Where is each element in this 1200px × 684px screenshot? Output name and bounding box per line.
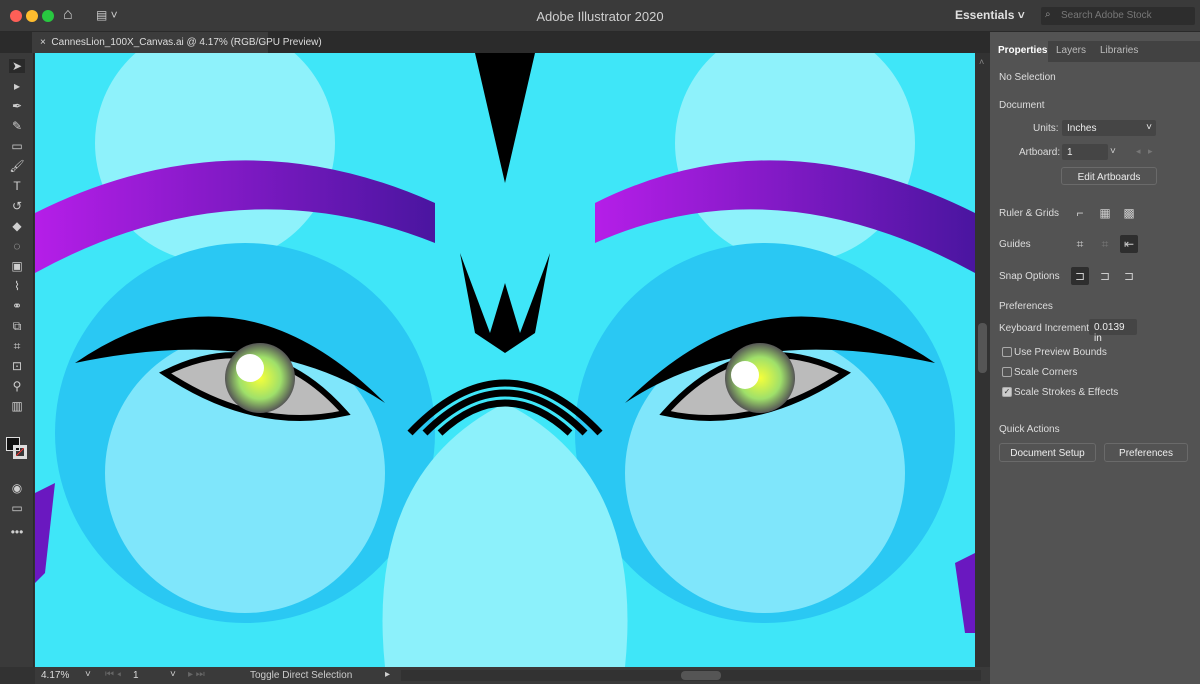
eyedropper-tool-icon[interactable]: ⌇ bbox=[9, 279, 25, 293]
gradient-tool-icon[interactable]: ▣ bbox=[9, 259, 25, 273]
properties-panel: Properties Layers Libraries No Selection… bbox=[990, 32, 1200, 684]
lion-artwork bbox=[35, 53, 975, 667]
smart-guides-icon[interactable]: ⇤ bbox=[1120, 235, 1138, 253]
close-tab-icon[interactable]: × bbox=[40, 37, 46, 48]
next-artboard-icon[interactable]: ▸ ⏭ bbox=[188, 669, 205, 680]
artboard-number[interactable]: 1 bbox=[133, 670, 139, 681]
type-tool-icon[interactable]: T bbox=[9, 179, 25, 193]
rectangle-tool-icon[interactable]: ▭ bbox=[9, 139, 25, 153]
rotate-tool-icon[interactable]: ↺ bbox=[9, 199, 25, 213]
scale-corners-label: Scale Corners bbox=[1014, 367, 1078, 378]
lock-guides-icon[interactable]: ⌗ bbox=[1096, 235, 1114, 253]
transparency-grid-icon[interactable]: ▩ bbox=[1120, 204, 1138, 222]
first-artboard-icon[interactable]: ⏮ ◂ bbox=[105, 669, 121, 680]
document-tab-bar: × CannesLion_100X_Canvas.ai @ 4.17% (RGB… bbox=[0, 32, 990, 53]
document-tab-label: CannesLion_100X_Canvas.ai @ 4.17% (RGB/G… bbox=[51, 37, 322, 48]
shape-builder-tool-icon[interactable]: ⧉ bbox=[9, 319, 25, 333]
scale-corners-checkbox[interactable] bbox=[1002, 367, 1012, 377]
snap-to-point-icon[interactable]: ⊐ bbox=[1071, 267, 1089, 285]
tab-layers[interactable]: Layers bbox=[1056, 45, 1086, 56]
artboard-tool-icon[interactable]: ⌗ bbox=[9, 339, 25, 353]
ruler-icon[interactable]: ⌐ bbox=[1071, 204, 1089, 222]
previous-artboard-icon[interactable]: ◂ ▸ bbox=[1136, 146, 1153, 157]
toolbar: ➤ ▸ ✒ ✎ ▭ 🖌 T ↺ ◆ ◌ ▣ ⌇ ⚭ ⧉ ⌗ ⊡ ⚲ ▥ ◉ ▭ … bbox=[0, 53, 34, 667]
more-tools-icon[interactable]: ••• bbox=[9, 525, 25, 539]
stroke-swatch[interactable] bbox=[13, 445, 27, 459]
horizontal-scrollbar-thumb[interactable] bbox=[681, 671, 721, 680]
document-heading: Document bbox=[999, 100, 1045, 111]
direct-selection-tool-icon[interactable]: ▸ bbox=[9, 79, 25, 93]
snap-to-grid-icon[interactable]: ⊐ bbox=[1096, 267, 1114, 285]
scrollbar-thumb[interactable] bbox=[978, 323, 987, 373]
ruler-grids-label: Ruler & Grids bbox=[999, 208, 1060, 219]
tab-libraries[interactable]: Libraries bbox=[1100, 45, 1138, 56]
status-bar: 4.17% ˅ ⏮ ◂ 1 ˅ ▸ ⏭ Toggle Direct Select… bbox=[35, 667, 990, 684]
preferences-heading: Preferences bbox=[999, 301, 1053, 312]
guides-label: Guides bbox=[999, 239, 1031, 250]
artboard-dropdown-icon[interactable]: ˅ bbox=[170, 669, 176, 680]
panel-tabs: Properties Layers Libraries bbox=[990, 41, 1200, 62]
zoom-tool-icon[interactable]: ⚲ bbox=[9, 379, 25, 393]
snap-options-label: Snap Options bbox=[999, 271, 1060, 282]
draw-mode-icon[interactable]: ◉ bbox=[9, 481, 25, 495]
artboard-label: Artboard: bbox=[1019, 147, 1061, 158]
title-bar: ⌂ ▤ ˅ Adobe Illustrator 2020 Essentials … bbox=[0, 0, 1200, 32]
search-placeholder: Search Adobe Stock bbox=[1061, 10, 1152, 21]
paintbrush-tool-icon[interactable]: 🖌 bbox=[9, 159, 25, 173]
edit-artboards-button[interactable]: Edit Artboards bbox=[1061, 167, 1157, 185]
status-menu-icon[interactable]: ▸ bbox=[385, 669, 390, 680]
preferences-button[interactable]: Preferences bbox=[1104, 443, 1188, 462]
guides-icon[interactable]: ⌗ bbox=[1071, 235, 1089, 253]
keyboard-increment-input[interactable]: 0.0139 in bbox=[1089, 319, 1137, 344]
selection-tool-icon[interactable]: ➤ bbox=[9, 59, 25, 73]
use-preview-bounds-label: Use Preview Bounds bbox=[1014, 347, 1107, 358]
workspace-label: Essentials bbox=[955, 8, 1015, 22]
stock-search-input[interactable]: ⌕ Search Adobe Stock bbox=[1041, 7, 1195, 25]
search-icon: ⌕ bbox=[1045, 9, 1051, 20]
quick-actions-heading: Quick Actions bbox=[999, 424, 1060, 435]
document-setup-button[interactable]: Document Setup bbox=[999, 443, 1096, 462]
eraser-tool-icon[interactable]: ◆ bbox=[9, 219, 25, 233]
chevron-down-icon: ˅ bbox=[1017, 8, 1025, 22]
zoom-level[interactable]: 4.17% bbox=[41, 670, 69, 681]
snap-to-pixel-icon[interactable]: ⊐ bbox=[1120, 267, 1138, 285]
artboard-select[interactable]: 1 bbox=[1062, 144, 1108, 160]
blend-tool-icon[interactable]: ⚭ bbox=[9, 299, 25, 313]
horizontal-scrollbar[interactable] bbox=[401, 670, 981, 681]
scale-strokes-checkbox[interactable]: ✓ bbox=[1002, 387, 1012, 397]
document-tab[interactable]: × CannesLion_100X_Canvas.ai @ 4.17% (RGB… bbox=[32, 32, 322, 53]
artboard-dropdown-icon[interactable]: ˅ bbox=[1110, 146, 1116, 157]
chevron-down-icon: ˅ bbox=[1146, 122, 1152, 133]
artboard-canvas[interactable] bbox=[35, 53, 975, 667]
units-value: Inches bbox=[1067, 123, 1097, 134]
units-select[interactable]: Inches ˅ bbox=[1062, 120, 1156, 136]
units-label: Units: bbox=[1033, 123, 1059, 134]
tool-hint: Toggle Direct Selection bbox=[250, 670, 353, 681]
scroll-up-icon[interactable]: ˄ bbox=[979, 57, 984, 67]
slice-tool-icon[interactable]: ⊡ bbox=[9, 359, 25, 373]
curvature-tool-icon[interactable]: ✎ bbox=[9, 119, 25, 133]
scale-strokes-label: Scale Strokes & Effects bbox=[1014, 387, 1119, 398]
use-preview-bounds-checkbox[interactable] bbox=[1002, 347, 1012, 357]
zoom-dropdown-icon[interactable]: ˅ bbox=[85, 669, 91, 680]
tab-properties[interactable]: Properties bbox=[998, 45, 1047, 56]
graph-tool-icon[interactable]: ▥ bbox=[9, 399, 25, 413]
pen-tool-icon[interactable]: ✒ bbox=[9, 99, 25, 113]
keyboard-increment-label: Keyboard Increment: bbox=[999, 323, 1092, 334]
lasso-tool-icon[interactable]: ◌ bbox=[9, 239, 25, 253]
vertical-scrollbar[interactable]: ˄ bbox=[975, 53, 990, 667]
grid-icon[interactable]: ▦ bbox=[1096, 204, 1114, 222]
workspace-switcher[interactable]: Essentials ˅ bbox=[955, 8, 1025, 22]
selection-status: No Selection bbox=[999, 72, 1056, 83]
screen-mode-icon[interactable]: ▭ bbox=[9, 501, 25, 515]
